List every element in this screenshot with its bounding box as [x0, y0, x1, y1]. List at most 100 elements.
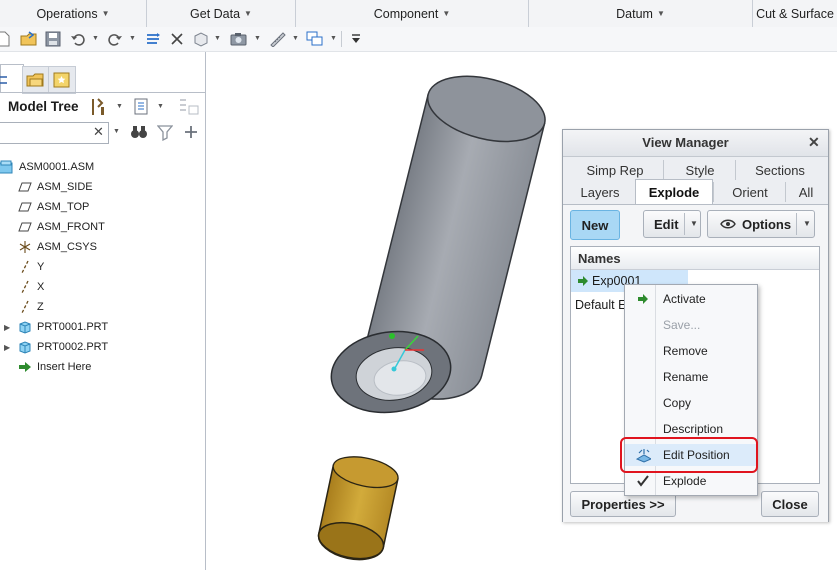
tab-label: Style: [685, 162, 715, 178]
filter-icon[interactable]: [156, 123, 174, 142]
chevron-down-icon[interactable]: ▼: [690, 219, 698, 228]
expand-arrow-icon[interactable]: ▶: [4, 343, 18, 352]
tab-layers[interactable]: Layers: [567, 182, 633, 202]
chevron-down-icon[interactable]: ▼: [803, 219, 811, 228]
tab-label: All: [798, 184, 814, 200]
tab-orient[interactable]: Orient: [713, 182, 786, 202]
tree-item-asm-top[interactable]: ASM_TOP: [18, 197, 89, 217]
ribbon-get-data[interactable]: Get Data ▼: [147, 0, 296, 27]
clear-search-icon[interactable]: ✕: [93, 124, 104, 140]
list-item-label: Default E: [575, 298, 627, 312]
search-dropdown-icon[interactable]: ▼: [113, 128, 120, 135]
chevron-down-icon: ▼: [656, 9, 665, 18]
new-file-icon[interactable]: [0, 30, 12, 48]
view-manager-title: View Manager: [642, 135, 729, 150]
menu-item-explode[interactable]: Explode: [625, 470, 757, 492]
ribbon-cut-surface[interactable]: Cut & Surface: [753, 0, 837, 27]
tree-item-z[interactable]: Z: [18, 297, 44, 317]
undo-dropdown-icon[interactable]: ▼: [92, 35, 99, 42]
tree-item-asm-front[interactable]: ASM_FRONT: [18, 217, 105, 237]
tab-style[interactable]: Style: [663, 160, 736, 180]
tree-item-asm-csys[interactable]: ASM_CSYS: [18, 237, 97, 257]
edit-button[interactable]: Edit ▼: [643, 210, 701, 238]
new-button[interactable]: New: [570, 210, 620, 240]
ribbon-datum[interactable]: Datum ▼: [529, 0, 753, 27]
menu-item-copy[interactable]: Copy: [625, 392, 757, 414]
tree-item-insert-here[interactable]: Insert Here: [18, 357, 91, 377]
list-header: Names: [571, 247, 819, 270]
tree-search-input[interactable]: ✕: [0, 122, 109, 144]
axis-icon: [18, 280, 32, 294]
windows-dropdown-icon[interactable]: ▼: [330, 35, 337, 42]
tree-item-y[interactable]: Y: [18, 257, 44, 277]
tab-divider: [0, 92, 205, 93]
display-style-icon[interactable]: [192, 30, 210, 48]
windows-icon[interactable]: [306, 30, 324, 48]
axis-icon: [18, 300, 32, 314]
menu-item-label: Copy: [663, 396, 692, 410]
tab-explode[interactable]: Explode: [635, 179, 713, 205]
customize-toolbar-icon[interactable]: [347, 30, 365, 48]
tree-item-prt0002[interactable]: ▶ PRT0002.PRT: [4, 337, 108, 357]
ribbon-operations[interactable]: Operations ▼: [0, 0, 147, 27]
tree-item-label: ASM_CSYS: [37, 241, 97, 253]
tree-columns-dropdown-icon[interactable]: ▼: [157, 103, 164, 110]
tab-folder-browser[interactable]: [22, 66, 50, 94]
tab-simp-rep[interactable]: Simp Rep: [567, 160, 663, 180]
tree-settings-dropdown-icon[interactable]: ▼: [116, 103, 123, 110]
part-prt0002-cylinder[interactable]: [315, 452, 401, 565]
menu-item-remove[interactable]: Remove: [625, 340, 757, 362]
model-tree-title: Model Tree: [8, 99, 79, 114]
ribbon-component[interactable]: Component ▼: [296, 0, 529, 27]
model-tree-panel: Model Tree ▼ ▼ ✕ ▼ ASM0001.ASM ASM_SIDE …: [0, 52, 206, 570]
tree-item-label: Y: [37, 261, 45, 273]
tab-label: Orient: [732, 184, 768, 200]
binoculars-icon[interactable]: [130, 123, 148, 141]
open-folder-icon[interactable]: [20, 30, 38, 48]
measure-icon[interactable]: [269, 30, 287, 48]
activate-arrow-icon: [635, 292, 651, 306]
tab-model-tree[interactable]: [0, 64, 24, 93]
close-window-icon[interactable]: [168, 30, 186, 48]
toolbar-divider: [341, 31, 342, 47]
redo-icon[interactable]: [106, 30, 124, 48]
tree-columns-icon[interactable]: [133, 97, 151, 117]
graphics-area[interactable]: [206, 52, 562, 570]
ribbon: Operations ▼ Get Data ▼ Component ▼ Datum ▼ …: [0, 0, 837, 28]
chevron-down-icon: ▼: [244, 9, 252, 18]
insert-arrow-icon: [18, 360, 32, 374]
undo-icon[interactable]: [69, 30, 87, 48]
close-button[interactable]: Close: [761, 491, 819, 517]
names-column-header[interactable]: Names: [578, 251, 621, 266]
tree-settings-icon[interactable]: [89, 97, 109, 117]
tree-item-label: X: [37, 281, 45, 293]
measure-dropdown-icon[interactable]: ▼: [292, 35, 299, 42]
datum-plane-icon: [18, 180, 32, 194]
tab-favorites[interactable]: [48, 66, 76, 94]
tab-all[interactable]: All: [785, 182, 826, 202]
camera-dropdown-icon[interactable]: ▼: [254, 35, 261, 42]
active-state-arrow-icon: [578, 276, 588, 286]
options-button[interactable]: Options ▼: [707, 210, 815, 238]
tree-item-assembly[interactable]: ASM0001.ASM: [0, 157, 94, 177]
redo-dropdown-icon[interactable]: ▼: [129, 35, 136, 42]
tab-sections[interactable]: Sections: [735, 160, 824, 180]
camera-icon[interactable]: [230, 30, 248, 48]
regenerate-icon[interactable]: [144, 30, 162, 48]
menu-item-activate[interactable]: Activate: [625, 288, 757, 310]
tree-filter-settings-icon[interactable]: [178, 97, 200, 117]
display-style-dropdown-icon[interactable]: ▼: [214, 35, 221, 42]
add-icon[interactable]: [183, 123, 199, 141]
tree-item-prt0001[interactable]: ▶ PRT0001.PRT: [4, 317, 108, 337]
tree-item-x[interactable]: X: [18, 277, 44, 297]
tree-item-asm-side[interactable]: ASM_SIDE: [18, 177, 93, 197]
menu-item-rename[interactable]: Rename: [625, 366, 757, 388]
close-icon[interactable]: ✕: [808, 134, 820, 151]
expand-arrow-icon[interactable]: ▶: [4, 323, 18, 332]
ribbon-component-label: Component: [373, 6, 439, 21]
folder-icon: [26, 73, 44, 87]
menu-item-label: Description: [663, 422, 724, 436]
save-icon[interactable]: [44, 30, 62, 48]
tab-label: Explode: [648, 185, 700, 200]
menu-item-label: Rename: [663, 370, 709, 384]
